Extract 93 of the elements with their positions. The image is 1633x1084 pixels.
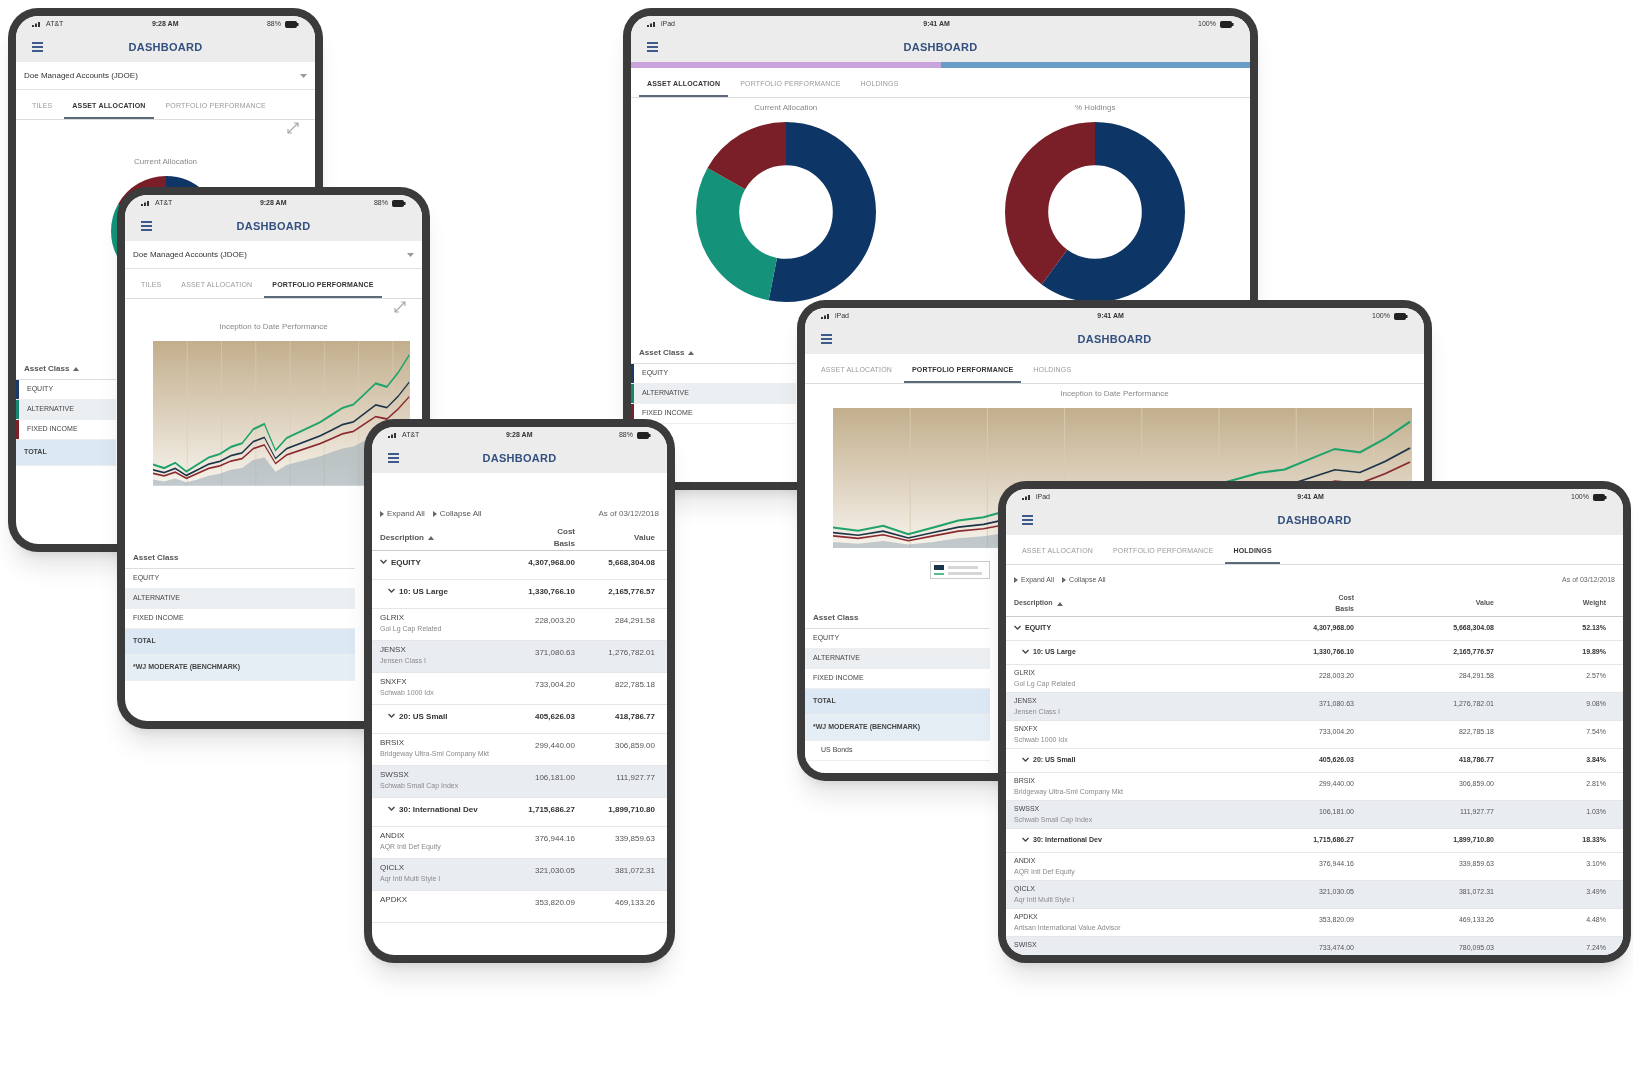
screen-title: DASHBOARD [1077, 331, 1152, 347]
menu-icon[interactable] [647, 42, 658, 52]
fund-ticker: ANDIX [380, 830, 406, 842]
screen-title: DASHBOARD [903, 39, 978, 55]
column-label: Asset Class [24, 362, 70, 375]
chevron-down-icon[interactable] [1022, 836, 1029, 843]
menu-icon[interactable] [821, 334, 832, 344]
chevron-down-icon[interactable] [388, 587, 395, 594]
group-label: 20: US Small [399, 711, 448, 723]
table-cell-text: 733,004.20 [533, 679, 575, 691]
table-cell-text: 306,859.00 [613, 740, 655, 752]
table-cell-text: 418,786.77 [613, 711, 655, 723]
table-cell-text: 1,330,766.10 [527, 586, 575, 598]
table-cell-text: 405,626.03 [533, 711, 575, 723]
group-label: 10: US Large [399, 586, 448, 598]
fund-ticker: QICLX [380, 862, 405, 874]
fund-ticker: SNXFX [380, 676, 408, 688]
chevron-down-icon[interactable] [388, 712, 395, 719]
battery-icon [1220, 20, 1234, 28]
screen-title: DASHBOARD [236, 218, 311, 234]
as-of-date: As of 03/12/2018 [598, 508, 659, 520]
chart-title: % Holdings [1075, 102, 1116, 114]
sort-up-icon[interactable] [1056, 601, 1063, 606]
chevron-down-icon[interactable] [1014, 624, 1021, 631]
fund-ticker: JENSX [380, 644, 407, 656]
chart-title: Inception to Date Performance [1060, 388, 1169, 400]
table-cell-text: 353,820.09 [533, 897, 575, 909]
table-cell-text: 1,276,782.01 [607, 647, 655, 659]
table-cell-text: 2,165,776.57 [607, 586, 655, 598]
table-cell-text: 5,668,304.08 [607, 557, 655, 569]
signal-icon [821, 313, 831, 319]
menu-icon[interactable] [1022, 515, 1033, 525]
menu-icon[interactable] [388, 453, 399, 463]
chevron-down-icon[interactable] [1022, 756, 1029, 763]
table-cell-text: 822,785.18 [613, 679, 655, 691]
signal-icon [388, 432, 398, 438]
table-cell-text: 469,133.26 [613, 897, 655, 909]
caret-icon [300, 73, 307, 78]
group-label: EQUITY [391, 557, 421, 569]
chart-title: Inception to Date Performance [219, 321, 328, 333]
sort-up-icon[interactable] [73, 366, 80, 371]
battery-icon [1593, 493, 1607, 501]
table-cell-text: 106,181.00 [533, 772, 575, 784]
column-label: Asset Class [133, 551, 179, 564]
table-cell-text: 1,715,686.27 [527, 804, 575, 816]
signal-icon [1022, 494, 1032, 500]
caret-icon [407, 252, 414, 257]
table-cell-text: 376,944.16 [533, 833, 575, 845]
battery-icon [637, 431, 651, 439]
menu-icon[interactable] [32, 42, 43, 52]
battery-icon [285, 20, 299, 28]
table-cell-text: 299,440.00 [533, 740, 575, 752]
menu-icon[interactable] [141, 221, 152, 231]
table-cell-text: 284,291.58 [613, 615, 655, 627]
battery-icon [1394, 312, 1408, 320]
table-cell-text: 371,080.63 [533, 647, 575, 659]
column-label: Asset Class [813, 611, 859, 624]
table-cell-text: 321,030.05 [533, 865, 575, 877]
triangle-icon [432, 511, 437, 517]
column-label: Asset Class [639, 346, 685, 359]
triangle-icon [380, 511, 384, 517]
table-cell-text: 339,859.63 [613, 833, 655, 845]
fund-ticker: APDKX [380, 894, 409, 906]
sort-up-icon[interactable] [428, 535, 434, 540]
signal-icon [141, 200, 151, 206]
chevron-down-icon[interactable] [388, 805, 395, 812]
battery-icon [392, 199, 406, 207]
screen-title: DASHBOARD [1277, 512, 1352, 528]
column-label: Description [380, 531, 424, 544]
group-label: 30: International Dev [399, 804, 478, 816]
column-label: Cost Basis [552, 525, 575, 550]
table-cell-text: 381,072.31 [613, 865, 655, 877]
triangle-icon [1062, 577, 1067, 583]
table-cell-text: 228,003.20 [533, 615, 575, 627]
table-cell-text: 1,899,710.80 [607, 804, 655, 816]
signal-icon [647, 21, 657, 27]
table-cell-text: 111,927.77 [615, 772, 655, 784]
screen-title: DASHBOARD [128, 39, 203, 55]
fund-ticker: GLRIX [380, 612, 405, 624]
signal-icon [32, 21, 42, 27]
chevron-down-icon[interactable] [1022, 648, 1029, 655]
chart-title: Current Allocation [754, 102, 818, 114]
screen-title: DASHBOARD [482, 450, 557, 466]
collapse-all-link[interactable]: Collapse All [432, 508, 482, 520]
chart-title: Current Allocation [133, 156, 198, 168]
fund-ticker: BRSIX [380, 737, 405, 749]
chevron-down-icon[interactable] [380, 558, 387, 565]
fund-ticker: SWSSX [380, 769, 410, 781]
expand-all-link[interactable]: Expand All [380, 508, 425, 520]
triangle-icon [1014, 577, 1018, 583]
sort-up-icon[interactable] [688, 350, 695, 355]
table-cell-text: 4,307,968.00 [527, 557, 575, 569]
column-label: Value [634, 531, 655, 544]
